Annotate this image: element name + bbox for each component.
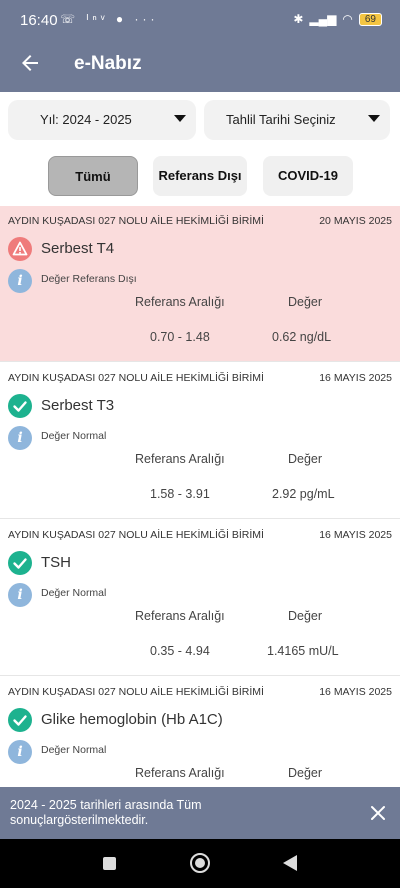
result-status: Değer Normal [41, 744, 107, 756]
reference-range: 1.58 - 3.91 [150, 487, 210, 501]
result-status: Değer Normal [41, 587, 107, 599]
result-date: 16 MAYIS 2025 [319, 372, 392, 384]
info-icon[interactable]: i [8, 740, 32, 764]
snackbar-message: 2024 - 2025 tarihleri arasında Tüm sonuç… [10, 798, 202, 827]
result-value: 2.92 pg/mL [272, 487, 335, 501]
test-date-dropdown-label: Tahlil Tarihi Seçiniz [226, 112, 336, 127]
clinic-name: AYDIN KUŞADASI 027 NOLU AİLE HEKİMLİĞİ B… [8, 529, 264, 541]
reference-range-header: Referans Aralığı [135, 295, 225, 309]
test-name: Serbest T3 [41, 397, 115, 414]
value-header: Değer [288, 609, 323, 623]
nav-back-icon[interactable] [283, 855, 297, 871]
result-status: Değer Normal [41, 430, 107, 442]
battery-icon: 69 [358, 12, 382, 26]
status-bar: 16:40 ☏ ᴵⁿᵛ ● ··· ✱ ▂▄▆ ◠ 69 [0, 0, 400, 38]
result-card[interactable]: AYDIN KUŞADASI 027 NOLU AİLE HEKİMLİĞİ B… [0, 363, 400, 519]
test-name: Serbest T4 [41, 240, 115, 257]
info-icon[interactable]: i [8, 583, 32, 607]
check-icon [8, 708, 32, 732]
back-arrow-icon[interactable] [18, 51, 42, 75]
result-value: 0.62 ng/dL [272, 330, 332, 344]
reference-range-header: Referans Aralığı [135, 609, 225, 623]
reference-range: 0.35 - 4.94 [150, 644, 210, 658]
recents-icon[interactable] [103, 857, 116, 870]
result-status: Değer Referans Dışı [41, 273, 137, 285]
result-date: 16 MAYIS 2025 [319, 686, 392, 698]
result-value: 1.4165 mU/L [267, 644, 339, 658]
check-icon [8, 394, 32, 418]
warning-icon [8, 237, 32, 261]
result-date: 16 MAYIS 2025 [319, 529, 392, 541]
test-name: TSH [41, 554, 71, 571]
info-icon[interactable]: i [8, 269, 32, 293]
reference-range-header: Referans Aralığı [135, 766, 225, 780]
result-card[interactable]: AYDIN KUŞADASI 027 NOLU AİLE HEKİMLİĞİ B… [0, 520, 400, 676]
value-header: Değer [288, 295, 323, 309]
clinic-name: AYDIN KUŞADASI 027 NOLU AİLE HEKİMLİĞİ B… [8, 686, 264, 698]
tab-out-of-range[interactable]: Referans Dışı [153, 156, 247, 196]
caret-down-icon [174, 115, 186, 122]
system-nav-bar [0, 839, 400, 888]
test-date-dropdown[interactable]: Tahlil Tarihi Seçiniz [204, 100, 390, 140]
year-dropdown-label: Yıl: 2024 - 2025 [40, 112, 132, 127]
tab-covid[interactable]: COVID-19 [263, 156, 353, 196]
home-icon[interactable] [190, 853, 210, 873]
test-name: Glike hemoglobin (Hb A1C) [41, 711, 223, 728]
notification-icons: ☏ ᴵⁿᵛ ● ··· [60, 12, 159, 26]
clinic-name: AYDIN KUŞADASI 027 NOLU AİLE HEKİMLİĞİ B… [8, 372, 264, 384]
close-icon[interactable] [370, 805, 386, 821]
page-title: e-Nabız [74, 53, 142, 74]
system-icons: ✱ ▂▄▆ ◠ 69 [293, 12, 382, 26]
app-bar: e-Nabız [0, 38, 400, 92]
value-header: Değer [288, 766, 323, 780]
signal-icon: ▂▄▆ [309, 12, 337, 26]
reference-range: 0.70 - 1.48 [150, 330, 210, 344]
info-icon[interactable]: i [8, 426, 32, 450]
value-header: Değer [288, 452, 323, 466]
bluetooth-icon: ✱ [293, 12, 304, 26]
reference-range-header: Referans Aralığı [135, 452, 225, 466]
year-dropdown[interactable]: Yıl: 2024 - 2025 [8, 100, 196, 140]
wifi-icon: ◠ [342, 12, 353, 26]
result-date: 20 MAYIS 2025 [319, 215, 392, 227]
check-icon [8, 551, 32, 575]
clinic-name: AYDIN KUŞADASI 027 NOLU AİLE HEKİMLİĞİ B… [8, 215, 264, 227]
result-card[interactable]: AYDIN KUŞADASI 027 NOLU AİLE HEKİMLİĞİ B… [0, 206, 400, 362]
tab-all[interactable]: Tümü [48, 156, 138, 196]
status-time: 16:40 [20, 12, 58, 29]
caret-down-icon [368, 115, 380, 122]
snackbar: 2024 - 2025 tarihleri arasında Tüm sonuç… [0, 787, 400, 839]
